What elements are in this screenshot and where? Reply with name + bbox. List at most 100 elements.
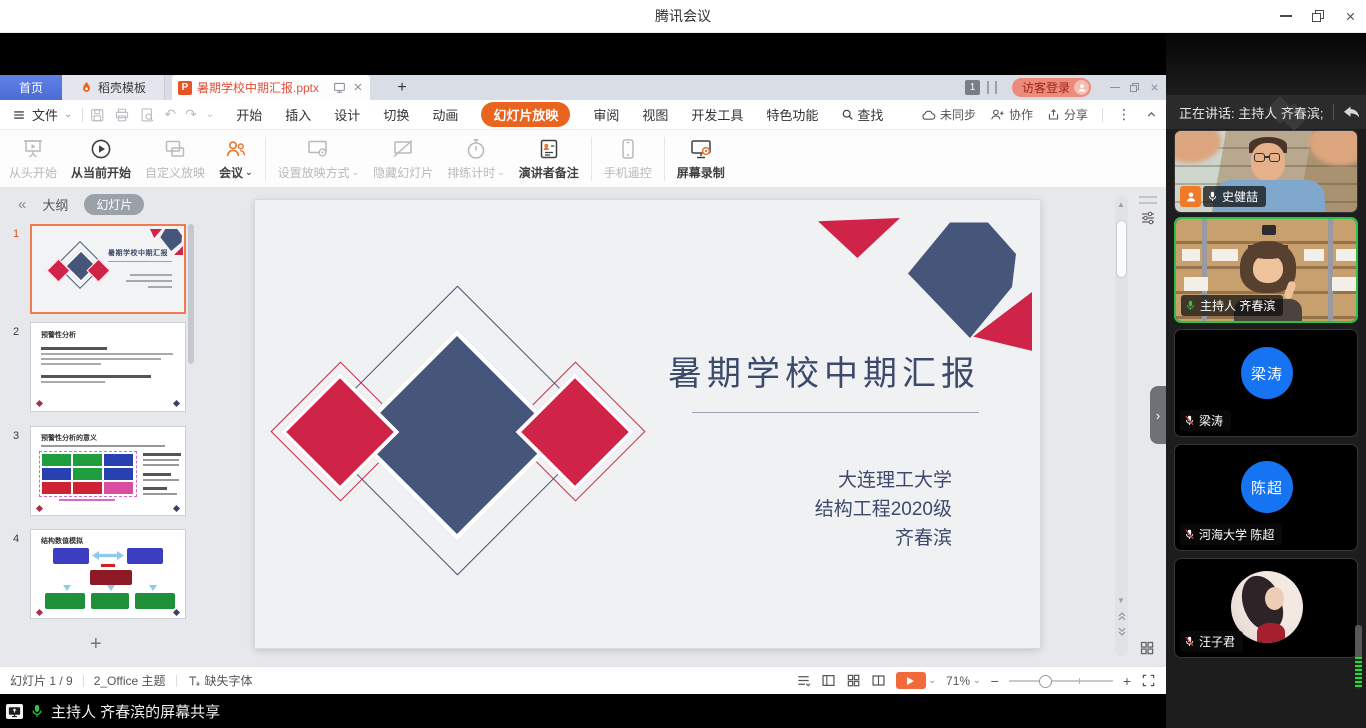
name-chip: 主持人 齐春滨 (1181, 295, 1283, 316)
quick-access-dropdown-icon[interactable]: ⌄ (206, 109, 214, 120)
zoom-slider-knob[interactable] (1039, 675, 1052, 688)
menu-view[interactable]: 视图 (642, 105, 668, 124)
participant-tile-5[interactable]: 汪子君 (1174, 558, 1358, 658)
print-icon[interactable] (114, 107, 130, 123)
menu-find[interactable]: 查找 (841, 105, 883, 124)
wps-close-button[interactable] (1149, 82, 1160, 93)
cloud-icon (921, 109, 936, 121)
ribbon-from-current[interactable]: 从当前开始 (64, 137, 138, 181)
play-dropdown-caret[interactable]: ⌄ (929, 675, 937, 686)
decor (143, 493, 177, 495)
wps-minimize-button[interactable] (1110, 87, 1120, 89)
ribbon-setup-show[interactable]: 设置放映方式⌄ (271, 137, 367, 181)
tab-home[interactable]: 首页 (0, 75, 62, 100)
participant-tile-2[interactable]: 主持人 齐春滨 (1174, 217, 1358, 323)
share-button[interactable]: 分享 (1047, 106, 1088, 123)
tab-document[interactable]: P 暑期学校中期汇报.pptx (172, 75, 370, 100)
minimize-button[interactable] (1270, 0, 1302, 32)
more-options-icon[interactable]: ⋮ (1117, 106, 1131, 123)
slide-thumbnail-2[interactable]: 预警性分析 (30, 322, 186, 412)
add-slide-button[interactable]: + (90, 633, 102, 656)
participant-tile-3[interactable]: 梁涛 梁涛 (1174, 329, 1358, 437)
participant-name: 梁涛 (1199, 412, 1223, 429)
missing-font-warning[interactable]: 缺失字体 (187, 672, 253, 689)
menu-animation[interactable]: 动画 (432, 105, 458, 124)
fit-to-window-icon[interactable] (1141, 673, 1156, 688)
sidebar-scrollbar[interactable] (188, 224, 194, 364)
play-slideshow-button[interactable]: ⌄ (896, 672, 937, 689)
redo-icon[interactable]: ↷ (185, 106, 197, 123)
back-arrow-icon[interactable] (1341, 103, 1359, 121)
menu-start[interactable]: 开始 (236, 105, 262, 124)
sync-status[interactable]: 未同步 (921, 106, 976, 123)
ribbon-meeting[interactable]: 会议⌄ (212, 137, 260, 181)
zoom-in-button[interactable]: + (1123, 673, 1131, 689)
close-button[interactable] (1334, 0, 1366, 32)
ribbon-rehearse-timing[interactable]: 排练计时⌄ (440, 137, 512, 181)
new-tab-button[interactable]: + (390, 75, 414, 100)
avatar-circle: 陈超 (1241, 461, 1293, 513)
menu-features[interactable]: 特色功能 (766, 105, 818, 124)
ribbon-screen-record[interactable]: 屏幕录制 (670, 137, 732, 181)
divider (83, 675, 84, 687)
play-circle-icon (89, 137, 113, 161)
ribbon-phone-remote[interactable]: 手机遥控 (597, 137, 659, 181)
menu-transition[interactable]: 切换 (383, 105, 409, 124)
slide-thumbnail-4[interactable]: 结构数值模拟 (30, 529, 186, 619)
ribbon-speaker-notes[interactable]: 演讲者备注 (512, 137, 586, 181)
normal-view-icon[interactable] (821, 673, 836, 688)
guest-login-label: 访客登录 (1022, 79, 1070, 96)
print-preview-icon[interactable] (139, 107, 155, 123)
previous-slide-icon[interactable] (1116, 610, 1128, 622)
zoom-level[interactable]: 71% ⌄ (946, 674, 981, 688)
menu-slideshow-active[interactable]: 幻灯片放映 (481, 102, 570, 127)
file-menu[interactable]: 文件 ⌄ (0, 105, 82, 124)
reading-view-icon[interactable] (871, 673, 886, 688)
menu-insert[interactable]: 插入 (285, 105, 311, 124)
scroll-up-arrow[interactable]: ▲ (1117, 200, 1125, 209)
menu-review[interactable]: 审阅 (593, 105, 619, 124)
ribbon-custom-show[interactable]: 自定义放映 (138, 137, 212, 181)
undo-icon[interactable]: ↶ (164, 106, 176, 123)
wps-window-controls (1110, 82, 1160, 93)
slide-thumbnail-3[interactable]: 预警性分析的意义 (30, 426, 186, 516)
wps-tabbar: 首页 稻壳模板 P 暑期学校中期汇报.pptx + 1 访客登录 (0, 75, 1166, 100)
outline-view-button[interactable] (796, 673, 811, 688)
object-properties-icon[interactable] (1140, 210, 1156, 226)
ribbon-from-beginning[interactable]: 从头开始 (2, 137, 64, 181)
decor (63, 585, 71, 591)
layout-grid-icon[interactable] (1139, 640, 1155, 656)
close-tab-icon[interactable] (352, 81, 364, 93)
ribbon-hide-slide[interactable]: 隐藏幻灯片 (366, 137, 440, 181)
participant-tile-1[interactable]: 史健喆 (1174, 130, 1358, 213)
menu-devtools[interactable]: 开发工具 (691, 105, 743, 124)
tab-docer[interactable]: 稻壳模板 (62, 75, 165, 100)
collapse-panel-icon[interactable]: « (18, 196, 26, 213)
slide-number: 3 (13, 430, 19, 442)
collaborate-button[interactable]: 协作 (990, 106, 1033, 123)
wps-ribbon: 从头开始 从当前开始 自定义放映 会议⌄ 设置放映方式⌄ 隐藏幻灯片 (0, 130, 1166, 188)
slide-canvas[interactable]: 暑期学校中期汇报 大连理工大学 结构工程2020级 齐春滨 (255, 200, 1040, 648)
panel-drag-handle[interactable] (1139, 196, 1157, 204)
expand-task-pane-button[interactable]: › (1150, 386, 1166, 444)
menu-design[interactable]: 设计 (334, 105, 360, 124)
slide-sorter-icon[interactable] (846, 673, 861, 688)
wps-restore-button[interactable] (1130, 83, 1139, 92)
save-icon[interactable] (89, 107, 105, 123)
slide-thumbnail-1[interactable]: 暑期学校中期汇报 (30, 224, 186, 314)
zoom-out-button[interactable]: − (991, 673, 999, 689)
canvas-scrollbar-thumb[interactable] (1116, 220, 1127, 278)
guest-login-button[interactable]: 访客登录 (1012, 78, 1091, 97)
participant-tile-4[interactable]: 陈超 河海大学 陈超 (1174, 444, 1358, 551)
presenting-monitor-icon[interactable] (333, 81, 346, 94)
zoom-slider[interactable] (1009, 680, 1113, 682)
tab-outline[interactable]: 大纲 (42, 195, 68, 214)
tab-slides-active[interactable]: 幻灯片 (84, 194, 144, 215)
corner-red-triangle (818, 218, 900, 258)
theme-name[interactable]: 2_Office 主题 (94, 672, 166, 689)
restore-button[interactable] (1302, 0, 1334, 32)
decor (107, 585, 115, 591)
scroll-down-arrow[interactable]: ▼ (1117, 596, 1125, 605)
next-slide-icon[interactable] (1116, 626, 1128, 638)
collapse-ribbon-icon[interactable] (1145, 108, 1158, 121)
